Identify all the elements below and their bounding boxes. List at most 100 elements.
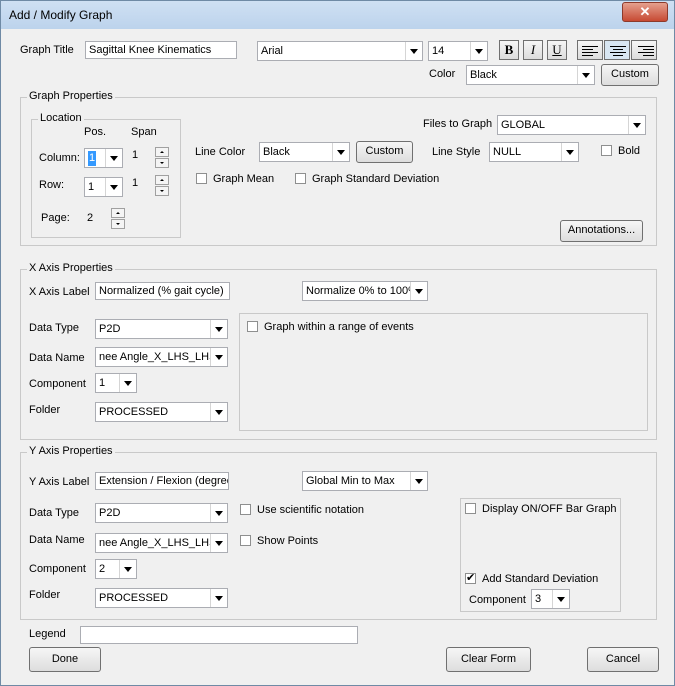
align-center-button[interactable] (604, 40, 630, 60)
title-color-value: Black (470, 69, 497, 81)
x-data-type-label: Data Type (29, 322, 79, 334)
page-label: Page: (41, 212, 70, 224)
graph-title-input[interactable]: Sagittal Knee Kinematics (85, 41, 237, 59)
range-events-checkbox[interactable] (247, 321, 258, 332)
y-data-name-label: Data Name (29, 534, 85, 546)
x-normalize-value: Normalize 0% to 100% (306, 285, 418, 297)
close-icon: ✕ (639, 4, 651, 19)
x-data-type-select[interactable]: P2D (95, 319, 228, 339)
annotations-button[interactable]: Annotations... (560, 220, 643, 242)
align-right-button[interactable] (631, 40, 657, 60)
chevron-down-icon (210, 403, 227, 421)
x-folder-value: PROCESSED (99, 406, 169, 418)
close-button[interactable]: ✕ (622, 2, 668, 22)
y-axis-label-input[interactable]: Extension / Flexion (degree (95, 472, 229, 490)
y-folder-select[interactable]: PROCESSED (95, 588, 228, 608)
spin-up-icon[interactable] (155, 175, 169, 185)
chevron-down-icon (410, 472, 427, 490)
title-custom-color-button[interactable]: Custom (601, 64, 659, 86)
y-data-name-select[interactable]: nee Angle_X_LHS_LHS (95, 533, 228, 553)
range-events-label: Graph within a range of events (264, 321, 414, 333)
chevron-down-icon (628, 116, 645, 134)
cancel-button[interactable]: Cancel (587, 647, 659, 672)
spin-up-icon[interactable] (111, 208, 125, 218)
onoff-bar-label: Display ON/OFF Bar Graph (482, 503, 617, 515)
spin-down-icon[interactable] (111, 219, 125, 229)
y-data-type-value: P2D (99, 507, 121, 519)
sd-component-select[interactable]: 3 (531, 589, 570, 609)
pos-header: Pos. (84, 126, 107, 138)
graph-sd-checkbox[interactable] (295, 173, 306, 184)
scientific-notation-label: Use scientific notation (257, 504, 364, 516)
x-normalize-select[interactable]: Normalize 0% to 100% (302, 281, 428, 301)
bold-line-checkbox[interactable] (601, 145, 612, 156)
y-component-value: 2 (99, 563, 106, 575)
chevron-down-icon (470, 42, 487, 60)
legend-label: Legend (29, 628, 66, 640)
bold-button[interactable]: B (499, 40, 519, 60)
span-header: Span (131, 126, 157, 138)
underline-button[interactable]: U (547, 40, 567, 60)
column-span-spinner[interactable] (155, 147, 169, 169)
spin-up-icon[interactable] (155, 147, 169, 157)
spin-down-icon[interactable] (155, 186, 169, 196)
chevron-down-icon (210, 589, 227, 607)
chevron-down-icon (210, 504, 227, 522)
column-pos-select[interactable]: 1 (84, 148, 123, 168)
chevron-down-icon (119, 560, 136, 578)
scientific-notation-checkbox[interactable] (240, 504, 251, 515)
y-component-select[interactable]: 2 (95, 559, 137, 579)
window-title: Add / Modify Graph (9, 8, 113, 22)
y-data-type-select[interactable]: P2D (95, 503, 228, 523)
y-scale-select[interactable]: Global Min to Max (302, 471, 428, 491)
column-label: Column: (39, 152, 80, 164)
files-to-graph-value: GLOBAL (501, 119, 546, 131)
page-spinner[interactable] (111, 208, 125, 230)
location-label: Location (38, 112, 84, 124)
y-scale-value: Global Min to Max (306, 475, 395, 487)
page-value: 2 (87, 212, 94, 224)
line-color-select[interactable]: Black (259, 142, 350, 162)
font-size-select[interactable]: 14 (428, 41, 488, 61)
x-folder-select[interactable]: PROCESSED (95, 402, 228, 422)
row-span-value: 1 (132, 177, 139, 189)
x-component-select[interactable]: 1 (95, 373, 137, 393)
add-sd-label: Add Standard Deviation (482, 573, 599, 585)
done-button[interactable]: Done (29, 647, 101, 672)
chevron-down-icon (105, 149, 122, 167)
spin-down-icon[interactable] (155, 158, 169, 168)
x-data-name-value: nee Angle_X_LHS_LHS (99, 351, 217, 363)
y-component-label: Component (29, 563, 86, 575)
chevron-down-icon (210, 320, 227, 338)
onoff-bar-checkbox[interactable] (465, 503, 476, 514)
sd-component-value: 3 (535, 593, 542, 605)
show-points-checkbox[interactable] (240, 535, 251, 546)
x-axis-label-input[interactable]: Normalized (% gait cycle) (95, 282, 230, 300)
align-left-button[interactable] (577, 40, 603, 60)
x-data-name-select[interactable]: nee Angle_X_LHS_LHS (95, 347, 228, 367)
clear-form-button[interactable]: Clear Form (446, 647, 531, 672)
title-color-select[interactable]: Black (466, 65, 595, 85)
files-to-graph-select[interactable]: GLOBAL (497, 115, 646, 135)
row-span-spinner[interactable] (155, 175, 169, 197)
color-label: Color (429, 68, 456, 80)
legend-input[interactable] (80, 626, 358, 644)
chevron-down-icon (405, 42, 422, 60)
line-color-label: Line Color (195, 146, 246, 158)
row-pos-select[interactable]: 1 (84, 177, 123, 197)
italic-button[interactable]: I (523, 40, 543, 60)
row-label: Row: (39, 179, 65, 191)
add-sd-checkbox[interactable] (465, 571, 476, 584)
font-size-value: 14 (432, 45, 445, 57)
line-style-select[interactable]: NULL (489, 142, 579, 162)
line-custom-color-button[interactable]: Custom (356, 141, 413, 163)
graph-mean-checkbox[interactable] (196, 173, 207, 184)
line-style-value: NULL (493, 146, 522, 158)
y-folder-value: PROCESSED (99, 592, 169, 604)
graph-properties-label: Graph Properties (27, 90, 115, 102)
chevron-down-icon (210, 534, 227, 552)
chevron-down-icon (410, 282, 427, 300)
x-component-label: Component (29, 378, 86, 390)
font-select[interactable]: Arial (257, 41, 423, 61)
chevron-down-icon (577, 66, 594, 84)
